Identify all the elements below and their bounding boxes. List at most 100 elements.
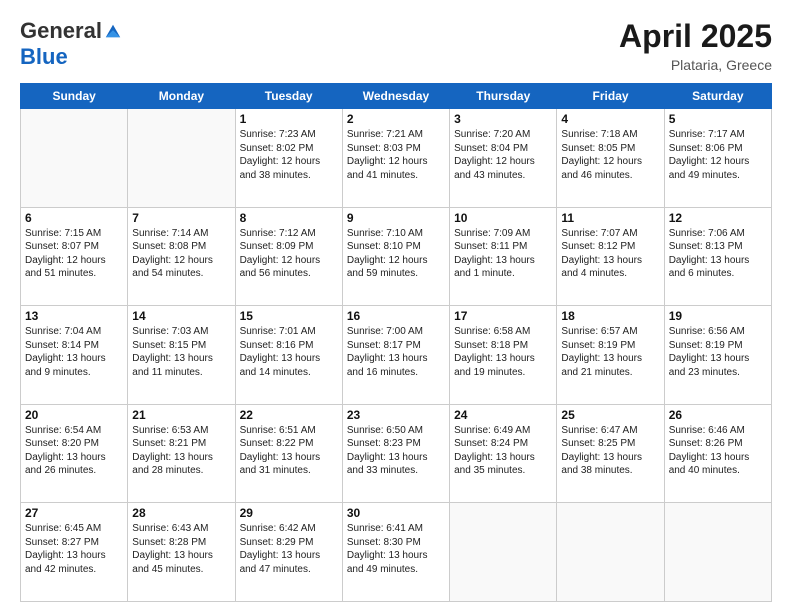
calendar-week-row: 1Sunrise: 7:23 AMSunset: 8:02 PMDaylight…	[21, 109, 772, 208]
day-number: 18	[561, 309, 659, 323]
day-info: Sunrise: 7:07 AMSunset: 8:12 PMDaylight:…	[561, 227, 659, 281]
calendar-cell	[128, 109, 235, 208]
day-info: Sunrise: 7:17 AMSunset: 8:06 PMDaylight:…	[669, 128, 767, 182]
day-of-week-header: Wednesday	[342, 84, 449, 109]
day-number: 20	[25, 408, 123, 422]
calendar-cell: 4 Sunrise: 7:18 AMSunset: 8:05 PMDaylight…	[557, 109, 664, 208]
calendar-cell: 5 Sunrise: 7:17 AMSunset: 8:06 PMDaylight…	[664, 109, 771, 208]
day-info: Sunrise: 7:09 AMSunset: 8:11 PMDaylight:…	[454, 227, 552, 281]
day-number: 17	[454, 309, 552, 323]
day-number: 4	[561, 112, 659, 126]
calendar-cell: 22 Sunrise: 6:51 AMSunset: 8:22 PMDayligh…	[235, 404, 342, 503]
calendar-cell	[450, 503, 557, 602]
day-info: Sunrise: 7:04 AMSunset: 8:14 PMDaylight:…	[25, 325, 123, 379]
calendar-header-row: SundayMondayTuesdayWednesdayThursdayFrid…	[21, 84, 772, 109]
day-info: Sunrise: 7:23 AMSunset: 8:02 PMDaylight:…	[240, 128, 338, 182]
day-info: Sunrise: 6:45 AMSunset: 8:27 PMDaylight:…	[25, 522, 123, 576]
calendar-cell	[664, 503, 771, 602]
day-info: Sunrise: 7:00 AMSunset: 8:17 PMDaylight:…	[347, 325, 445, 379]
calendar-cell: 26Sunrise: 6:46 AMSunset: 8:26 PMDayligh…	[664, 404, 771, 503]
calendar-cell: 11 Sunrise: 7:07 AMSunset: 8:12 PMDayligh…	[557, 207, 664, 306]
calendar-cell: 10 Sunrise: 7:09 AMSunset: 8:11 PMDayligh…	[450, 207, 557, 306]
day-number: 14	[132, 309, 230, 323]
day-info: Sunrise: 6:53 AMSunset: 8:21 PMDaylight:…	[132, 424, 230, 478]
day-info: Sunrise: 6:43 AMSunset: 8:28 PMDaylight:…	[132, 522, 230, 576]
day-number: 24	[454, 408, 552, 422]
day-info: Sunrise: 6:50 AMSunset: 8:23 PMDaylight:…	[347, 424, 445, 478]
logo-general: General	[20, 18, 102, 44]
calendar-cell: 12Sunrise: 7:06 AMSunset: 8:13 PMDayligh…	[664, 207, 771, 306]
title-block: April 2025 Plataria, Greece	[619, 18, 772, 73]
calendar-cell: 28Sunrise: 6:43 AMSunset: 8:28 PMDayligh…	[128, 503, 235, 602]
day-number: 10	[454, 211, 552, 225]
day-info: Sunrise: 6:54 AMSunset: 8:20 PMDaylight:…	[25, 424, 123, 478]
logo: General Blue	[20, 18, 122, 70]
day-info: Sunrise: 7:01 AMSunset: 8:16 PMDaylight:…	[240, 325, 338, 379]
calendar-cell: 25 Sunrise: 6:47 AMSunset: 8:25 PMDayligh…	[557, 404, 664, 503]
day-info: Sunrise: 6:51 AMSunset: 8:22 PMDaylight:…	[240, 424, 338, 478]
calendar-cell: 13Sunrise: 7:04 AMSunset: 8:14 PMDayligh…	[21, 306, 128, 405]
calendar-cell	[21, 109, 128, 208]
day-number: 29	[240, 506, 338, 520]
day-number: 26	[669, 408, 767, 422]
calendar-cell: 23 Sunrise: 6:50 AMSunset: 8:23 PMDayligh…	[342, 404, 449, 503]
day-info: Sunrise: 6:58 AMSunset: 8:18 PMDaylight:…	[454, 325, 552, 379]
day-number: 25	[561, 408, 659, 422]
day-number: 23	[347, 408, 445, 422]
logo-text: General	[20, 18, 122, 44]
calendar-week-row: 6 Sunrise: 7:15 AMSunset: 8:07 PMDaylight…	[21, 207, 772, 306]
day-of-week-header: Saturday	[664, 84, 771, 109]
calendar-cell: 14 Sunrise: 7:03 AMSunset: 8:15 PMDayligh…	[128, 306, 235, 405]
day-number: 9	[347, 211, 445, 225]
day-of-week-header: Tuesday	[235, 84, 342, 109]
month-title: April 2025	[619, 18, 772, 55]
calendar-cell	[557, 503, 664, 602]
day-number: 16	[347, 309, 445, 323]
day-number: 6	[25, 211, 123, 225]
calendar-cell: 6 Sunrise: 7:15 AMSunset: 8:07 PMDaylight…	[21, 207, 128, 306]
logo-blue-text: Blue	[20, 44, 68, 70]
day-number: 12	[669, 211, 767, 225]
calendar-cell: 2Sunrise: 7:21 AMSunset: 8:03 PMDaylight…	[342, 109, 449, 208]
calendar-cell: 1Sunrise: 7:23 AMSunset: 8:02 PMDaylight…	[235, 109, 342, 208]
day-of-week-header: Monday	[128, 84, 235, 109]
day-number: 27	[25, 506, 123, 520]
day-number: 8	[240, 211, 338, 225]
day-number: 5	[669, 112, 767, 126]
location: Plataria, Greece	[619, 57, 772, 73]
day-info: Sunrise: 7:10 AMSunset: 8:10 PMDaylight:…	[347, 227, 445, 281]
calendar-cell: 21 Sunrise: 6:53 AMSunset: 8:21 PMDayligh…	[128, 404, 235, 503]
day-of-week-header: Friday	[557, 84, 664, 109]
day-number: 15	[240, 309, 338, 323]
calendar-week-row: 27 Sunrise: 6:45 AMSunset: 8:27 PMDayligh…	[21, 503, 772, 602]
calendar-cell: 29 Sunrise: 6:42 AMSunset: 8:29 PMDayligh…	[235, 503, 342, 602]
calendar-cell: 3 Sunrise: 7:20 AMSunset: 8:04 PMDaylight…	[450, 109, 557, 208]
calendar-week-row: 20 Sunrise: 6:54 AMSunset: 8:20 PMDayligh…	[21, 404, 772, 503]
calendar-cell: 20 Sunrise: 6:54 AMSunset: 8:20 PMDayligh…	[21, 404, 128, 503]
day-info: Sunrise: 7:18 AMSunset: 8:05 PMDaylight:…	[561, 128, 659, 182]
day-info: Sunrise: 7:03 AMSunset: 8:15 PMDaylight:…	[132, 325, 230, 379]
calendar-cell: 17 Sunrise: 6:58 AMSunset: 8:18 PMDayligh…	[450, 306, 557, 405]
calendar-cell: 9 Sunrise: 7:10 AMSunset: 8:10 PMDaylight…	[342, 207, 449, 306]
day-number: 11	[561, 211, 659, 225]
day-number: 7	[132, 211, 230, 225]
day-number: 30	[347, 506, 445, 520]
calendar-cell: 27 Sunrise: 6:45 AMSunset: 8:27 PMDayligh…	[21, 503, 128, 602]
day-number: 22	[240, 408, 338, 422]
day-number: 3	[454, 112, 552, 126]
day-info: Sunrise: 6:57 AMSunset: 8:19 PMDaylight:…	[561, 325, 659, 379]
calendar-cell: 19Sunrise: 6:56 AMSunset: 8:19 PMDayligh…	[664, 306, 771, 405]
day-info: Sunrise: 6:47 AMSunset: 8:25 PMDaylight:…	[561, 424, 659, 478]
calendar-cell: 15 Sunrise: 7:01 AMSunset: 8:16 PMDayligh…	[235, 306, 342, 405]
day-info: Sunrise: 7:20 AMSunset: 8:04 PMDaylight:…	[454, 128, 552, 182]
day-number: 19	[669, 309, 767, 323]
day-info: Sunrise: 7:21 AMSunset: 8:03 PMDaylight:…	[347, 128, 445, 182]
day-info: Sunrise: 7:15 AMSunset: 8:07 PMDaylight:…	[25, 227, 123, 281]
calendar-cell: 18 Sunrise: 6:57 AMSunset: 8:19 PMDayligh…	[557, 306, 664, 405]
logo-icon	[104, 22, 122, 40]
day-number: 21	[132, 408, 230, 422]
calendar-cell: 24Sunrise: 6:49 AMSunset: 8:24 PMDayligh…	[450, 404, 557, 503]
day-info: Sunrise: 6:42 AMSunset: 8:29 PMDaylight:…	[240, 522, 338, 576]
calendar-table: SundayMondayTuesdayWednesdayThursdayFrid…	[20, 83, 772, 602]
calendar-cell: 7Sunrise: 7:14 AMSunset: 8:08 PMDaylight…	[128, 207, 235, 306]
